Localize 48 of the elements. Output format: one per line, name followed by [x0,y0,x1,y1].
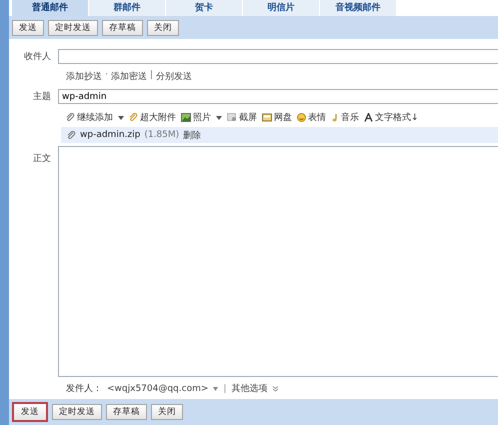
mail-type-tab[interactable]: 普通邮件 [12,0,89,16]
caret-icon[interactable] [213,386,218,390]
separator-text: · [105,70,108,82]
toolbar-button[interactable]: 存草稿 [106,404,147,420]
attach-tool-button[interactable]: 继续添加 [66,111,113,124]
attach-tool-button[interactable]: 超大附件 [129,111,176,124]
separator-text: | [150,70,153,82]
attach-tool-button[interactable]: 表情 [297,111,326,124]
double-chevron-icon[interactable] [272,386,280,392]
subject-field[interactable]: wp-admin [58,89,498,104]
paperclip-icon [129,113,138,122]
attach-tool-button[interactable]: 文字格式↓ [364,111,419,124]
attachment-size: (1.85M) [144,130,180,140]
sender-select[interactable]: <wqjx5704@qq.com> [107,384,208,394]
caret-icon[interactable] [216,116,222,120]
recipient-link[interactable]: 添加密送 [110,70,147,83]
toolbar-button[interactable]: 发送 [12,20,44,36]
attach-tool-button[interactable]: 网盘 [262,111,292,124]
separator-text: | [223,384,226,394]
field-label: 收件人 [23,50,52,63]
mail-type-tab[interactable]: 贺卡 [166,0,243,16]
caret-icon[interactable] [118,116,124,120]
toolbar-button[interactable]: 发送 [12,402,48,422]
toolbar-button[interactable]: 定时发送 [52,404,102,420]
toolbar-button[interactable]: 关闭 [147,20,179,36]
toolbar-button[interactable]: 定时发送 [48,20,98,36]
recipient-field[interactable] [58,49,498,64]
attachment-name: wp-admin.zip [80,130,140,140]
mail-type-tab[interactable]: 音视频邮件 [320,0,397,16]
more-options-link[interactable]: 其他选项 [231,382,268,395]
smiley-icon [297,113,306,122]
photo-icon [181,113,191,122]
attach-tool-button[interactable]: 截屏 [227,111,257,124]
mail-type-tab[interactable]: 群邮件 [89,0,166,16]
toolbar-button[interactable]: 存草稿 [102,20,143,36]
field-label: 正文 [32,152,52,166]
toolbar-button[interactable]: 关闭 [151,404,183,420]
attach-tool-button[interactable]: 照片 [181,111,211,124]
mail-type-tab[interactable]: 明信片 [243,0,320,16]
remove-link[interactable]: 删除 [183,128,202,142]
recipient-link[interactable]: 添加抄送 [66,70,102,83]
font-letter-icon [364,113,373,122]
attach-tool-button[interactable]: 音乐 [331,111,359,124]
recipient-link[interactable]: 分别发送 [156,70,192,83]
music-note-icon [331,113,339,122]
field-label: 主题 [32,90,52,103]
sender-label: 发件人： [66,382,102,395]
screenshot-icon [227,113,237,122]
